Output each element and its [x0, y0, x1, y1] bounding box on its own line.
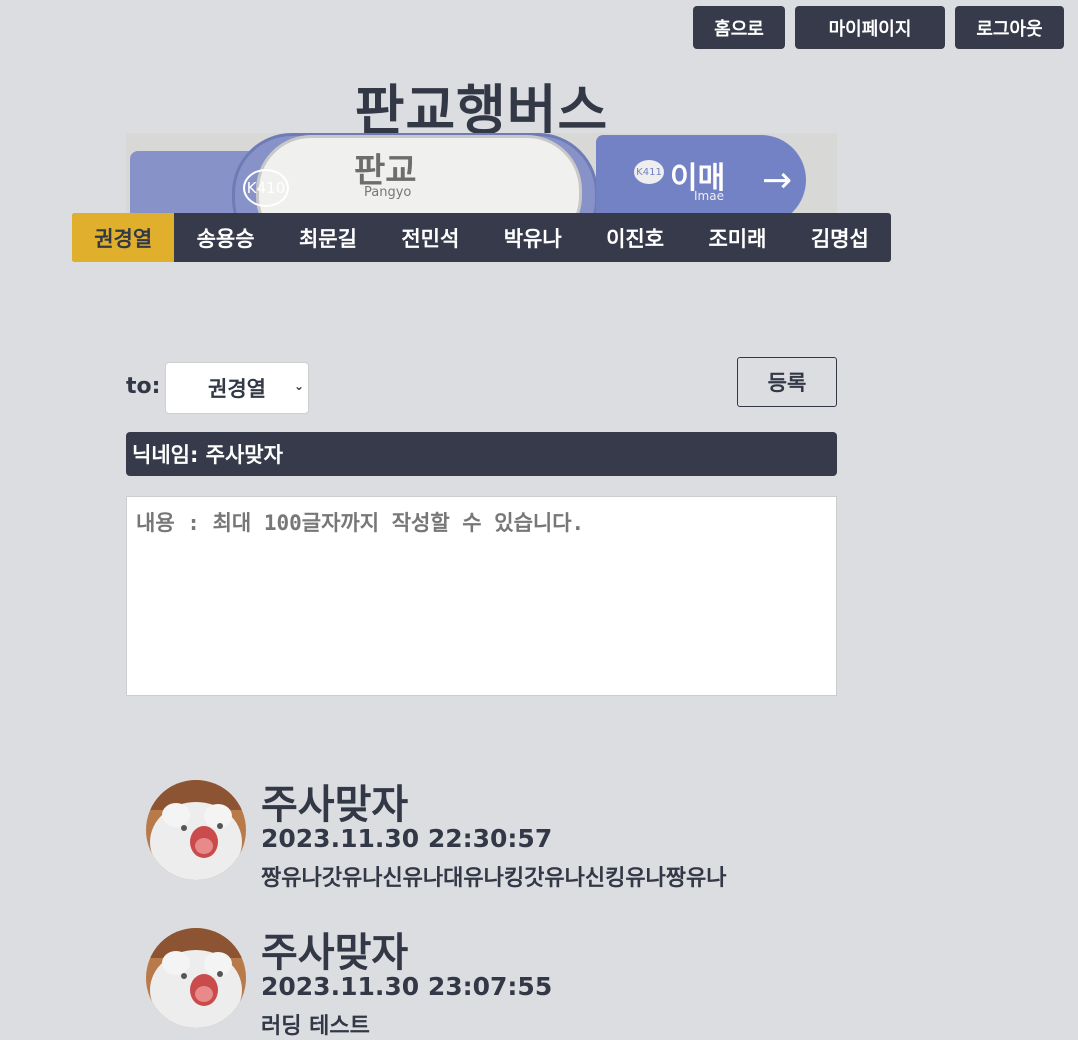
- tab-member[interactable]: 조미래: [686, 213, 788, 262]
- arrow-right-icon: →: [762, 160, 793, 201]
- avatar: [146, 780, 246, 880]
- home-button[interactable]: 홈으로: [693, 6, 785, 49]
- tab-member[interactable]: 최문길: [277, 213, 379, 262]
- tab-member[interactable]: 이진호: [584, 213, 686, 262]
- comment-date: 2023.11.30 23:07:55: [261, 972, 553, 1001]
- content-textarea[interactable]: [126, 496, 837, 696]
- tab-member[interactable]: 김명섭: [789, 213, 891, 262]
- comment-text: 짱유나갓유나신유나대유나킹갓유나신킹유나짱유나: [261, 866, 727, 891]
- mypage-button[interactable]: 마이페이지: [795, 6, 945, 49]
- next-station-code-badge: K411: [634, 160, 664, 184]
- avatar: [146, 928, 246, 1028]
- tab-member[interactable]: 권경열: [72, 213, 175, 262]
- comment-text: 러딩 테스트: [261, 1014, 370, 1039]
- register-button[interactable]: 등록: [737, 357, 837, 407]
- comment-author: 주사맞자: [261, 930, 409, 976]
- recipient-select[interactable]: 권경열 ⌄: [165, 362, 309, 414]
- comment-author: 주사맞자: [261, 782, 409, 828]
- recipient-label: to:: [126, 374, 161, 399]
- next-station-subtitle: Imae: [694, 189, 724, 203]
- chevron-down-icon: ⌄: [293, 379, 304, 393]
- logout-button[interactable]: 로그아웃: [955, 6, 1064, 49]
- station-code-badge: K410: [243, 169, 289, 207]
- banner-pill-inner: [256, 135, 582, 213]
- nickname-bar: 닉네임: 주사맞자: [126, 432, 837, 476]
- member-tabs: 권경열 송용승 최문길 전민석 박유나 이진호 조미래 김명섭: [72, 213, 891, 262]
- tab-member[interactable]: 송용승: [174, 213, 276, 262]
- station-subtitle: Pangyo: [364, 185, 412, 200]
- recipient-selected-value: 권경열: [208, 377, 266, 401]
- station-banner-image: K410 판교 Pangyo K411 이매 Imae →: [126, 133, 837, 213]
- tab-member[interactable]: 박유나: [482, 213, 584, 262]
- comment-date: 2023.11.30 22:30:57: [261, 824, 553, 853]
- tab-member[interactable]: 전민석: [379, 213, 481, 262]
